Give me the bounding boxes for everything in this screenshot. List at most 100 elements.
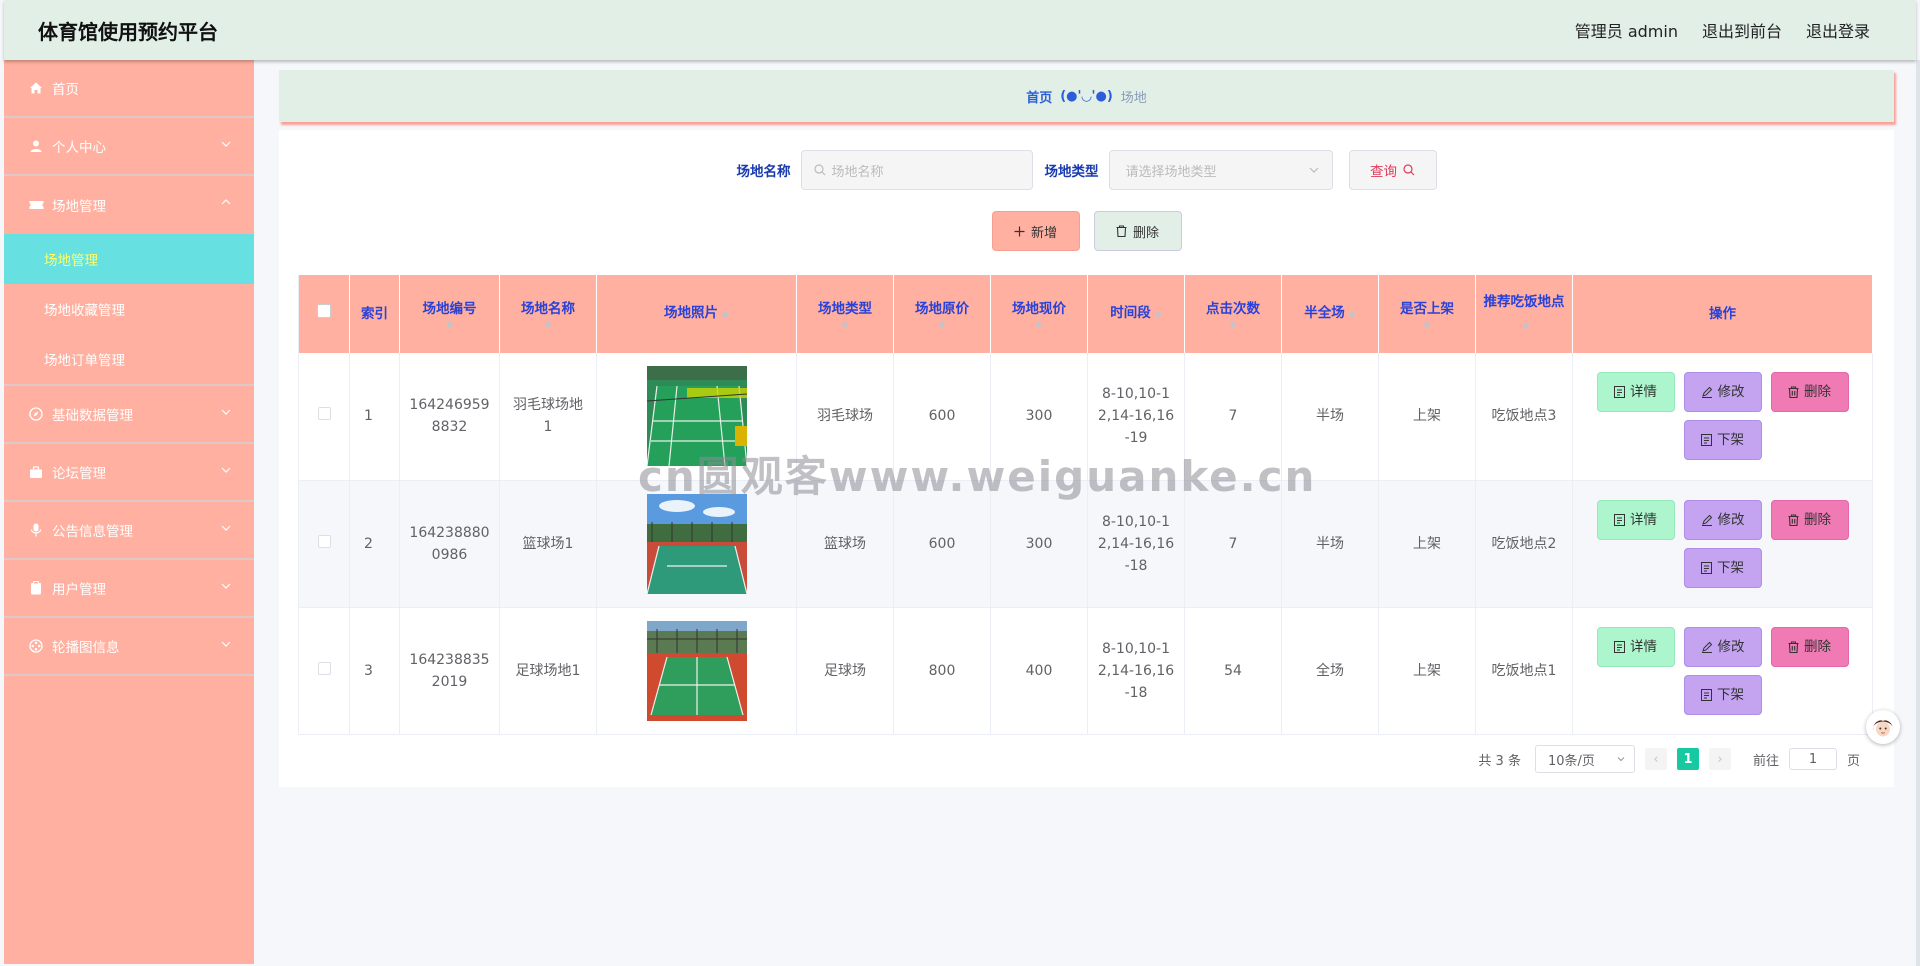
unlist-button[interactable]: 下架 — [1683, 420, 1762, 461]
logout-link[interactable]: 退出登录 — [1806, 18, 1870, 42]
trash-icon — [1788, 513, 1799, 526]
table-row: 3 164238835 2019 足球场地1 足球场 800 400 8-10,… — [298, 607, 1873, 735]
column-header[interactable]: 半全场 ◆ — [1281, 275, 1379, 353]
sidebar-subitem-orders[interactable]: 场地订单管理 — [4, 334, 254, 384]
column-header[interactable]: 场地编号 ◆ — [399, 275, 500, 353]
add-button[interactable]: 新增 — [991, 211, 1080, 251]
plus-icon — [1014, 226, 1025, 236]
delete-button[interactable]: 删除 — [1770, 372, 1849, 413]
sidebar-item-forum[interactable]: 论坛管理 — [4, 444, 254, 502]
column-header[interactable]: 场地名称 ◆ — [499, 275, 597, 353]
sort-icon[interactable]: ◆ — [995, 320, 1083, 330]
sidebar-item-basic-data[interactable]: 基础数据管理 — [4, 386, 254, 444]
sidebar: 首页 个人中心 场地管理 场地管理 场地收藏管理 场地订单管理 基础数据管理 论… — [4, 60, 254, 964]
column-header[interactable]: 是否上架 ◆ — [1378, 275, 1476, 353]
next-page-button[interactable]: › — [1708, 748, 1731, 770]
sort-icon[interactable]: ◆ — [801, 320, 889, 330]
sort-icon[interactable]: ◆ — [898, 320, 986, 330]
sort-icon[interactable]: ◆ — [1155, 310, 1162, 320]
name-cell: 羽毛球场地 1 — [499, 353, 597, 481]
column-header[interactable]: 场地原价 ◆ — [893, 275, 991, 353]
briefcase-icon — [28, 464, 44, 480]
row-select-cell[interactable] — [298, 353, 350, 481]
chevron-down-icon — [221, 583, 231, 589]
type-cell: 篮球场 — [796, 480, 894, 608]
search-icon — [813, 164, 825, 176]
food-cell: 吃饭地点1 — [1475, 607, 1573, 735]
column-header[interactable]: 场地照片 ◆ — [596, 275, 797, 353]
detail-button[interactable]: 详情 — [1596, 372, 1675, 413]
half-full-cell: 半场 — [1281, 480, 1379, 608]
current-price-cell: 400 — [990, 607, 1088, 735]
sort-icon[interactable]: ◆ — [1189, 320, 1277, 330]
compass-icon — [28, 406, 44, 422]
sidebar-subitem-favorites[interactable]: 场地收藏管理 — [4, 284, 254, 334]
row-checkbox[interactable] — [317, 661, 331, 675]
chevron-down-icon — [1617, 757, 1625, 762]
listed-cell: 上架 — [1378, 480, 1476, 608]
row-select-cell[interactable] — [298, 607, 350, 735]
column-header[interactable]: 时间段 ◆ — [1087, 275, 1185, 353]
unlist-button[interactable]: 下架 — [1683, 674, 1762, 715]
time-slot-cell: 8-10,10-1 2,14-16,16 -19 — [1087, 353, 1185, 481]
venue-name-input[interactable]: 场地名称 — [800, 150, 1033, 190]
sort-icon[interactable]: ◆ — [1523, 321, 1530, 331]
sidebar-item-home[interactable]: 首页 — [4, 60, 254, 118]
unlist-button[interactable]: 下架 — [1683, 547, 1762, 588]
column-header[interactable]: 场地现价 ◆ — [990, 275, 1088, 353]
to-front-link[interactable]: 退出到前台 — [1702, 18, 1782, 42]
query-button[interactable]: 查询 — [1348, 150, 1437, 190]
delete-button[interactable]: 删除 — [1770, 499, 1849, 540]
edit-button[interactable]: 修改 — [1683, 372, 1762, 413]
breadcrumb-home[interactable]: 首页 — [1026, 87, 1052, 106]
assistant-avatar[interactable] — [1866, 710, 1900, 744]
sidebar-item-users[interactable]: 用户管理 — [4, 560, 254, 618]
delete-button[interactable]: 删除 — [1770, 626, 1849, 667]
page-size-select[interactable]: 10条/页 — [1534, 745, 1635, 773]
goto-page-input[interactable]: 1 — [1788, 748, 1837, 770]
top-bar: 体育馆使用预约平台 管理员 admin 退出到前台 退出登录 — [4, 0, 1916, 60]
sort-icon[interactable]: ◆ — [1383, 320, 1471, 330]
app-title: 体育馆使用预约平台 — [38, 19, 218, 44]
top-right-menu: 管理员 admin 退出到前台 退出登录 — [1575, 18, 1870, 42]
prev-page-button[interactable]: ‹ — [1644, 748, 1667, 770]
batch-delete-button[interactable]: 删除 — [1093, 211, 1182, 251]
sidebar-item-notice[interactable]: 公告信息管理 — [4, 502, 254, 560]
column-header[interactable]: 场地类型 ◆ — [796, 275, 894, 353]
detail-button[interactable]: 详情 — [1596, 626, 1675, 667]
sidebar-item-carousel[interactable]: 轮播图信息 — [4, 618, 254, 676]
row-select-cell[interactable] — [298, 480, 350, 608]
film-reel-icon — [28, 638, 44, 654]
detail-button[interactable]: 详情 — [1596, 499, 1675, 540]
sidebar-subitem-venue[interactable]: 场地管理 — [4, 234, 254, 284]
photo-cell — [596, 480, 797, 608]
venue-photo-badminton — [646, 366, 747, 467]
admin-label: 管理员 admin — [1574, 22, 1678, 41]
row-checkbox[interactable] — [317, 407, 331, 421]
index-cell: 1 — [349, 353, 400, 481]
ops-cell: 详情 修改 删除 下架 — [1572, 607, 1873, 735]
sidebar-item-venue-mgmt[interactable]: 场地管理 — [4, 176, 254, 234]
sidebar-item-personal[interactable]: 个人中心 — [4, 118, 254, 176]
select-all-cell[interactable] — [298, 275, 350, 353]
original-price-cell: 600 — [893, 353, 991, 481]
ops-cell: 详情 修改 删除 下架 — [1572, 480, 1873, 608]
venue-name-placeholder: 场地名称 — [831, 164, 884, 180]
sort-icon[interactable]: ◆ — [1349, 310, 1356, 320]
venue-table: 索引 场地编号 ◆ 场地名称 ◆ 场地照片 ◆ 场地类型 ◆ 场地原价 ◆ 场地现价 ◆ 时… — [298, 275, 1873, 735]
page-number-current[interactable]: 1 — [1676, 748, 1699, 770]
sort-icon[interactable]: ◆ — [722, 310, 729, 320]
chevron-down-icon — [221, 141, 231, 147]
sort-icon[interactable]: ◆ — [404, 320, 495, 330]
row-checkbox[interactable] — [317, 534, 331, 548]
edit-button[interactable]: 修改 — [1683, 499, 1762, 540]
column-header[interactable]: 点击次数 ◆ — [1184, 275, 1282, 353]
pagination-total: 共 3 条 — [1478, 753, 1521, 769]
ticket-icon — [28, 197, 44, 213]
document-icon — [1701, 561, 1712, 574]
column-header[interactable]: 推荐吃饭地点◆ — [1475, 275, 1573, 353]
select-all-checkbox[interactable] — [317, 304, 331, 318]
edit-button[interactable]: 修改 — [1683, 626, 1762, 667]
sort-icon[interactable]: ◆ — [504, 320, 592, 330]
venue-type-select[interactable]: 请选择场地类型 — [1108, 150, 1333, 190]
